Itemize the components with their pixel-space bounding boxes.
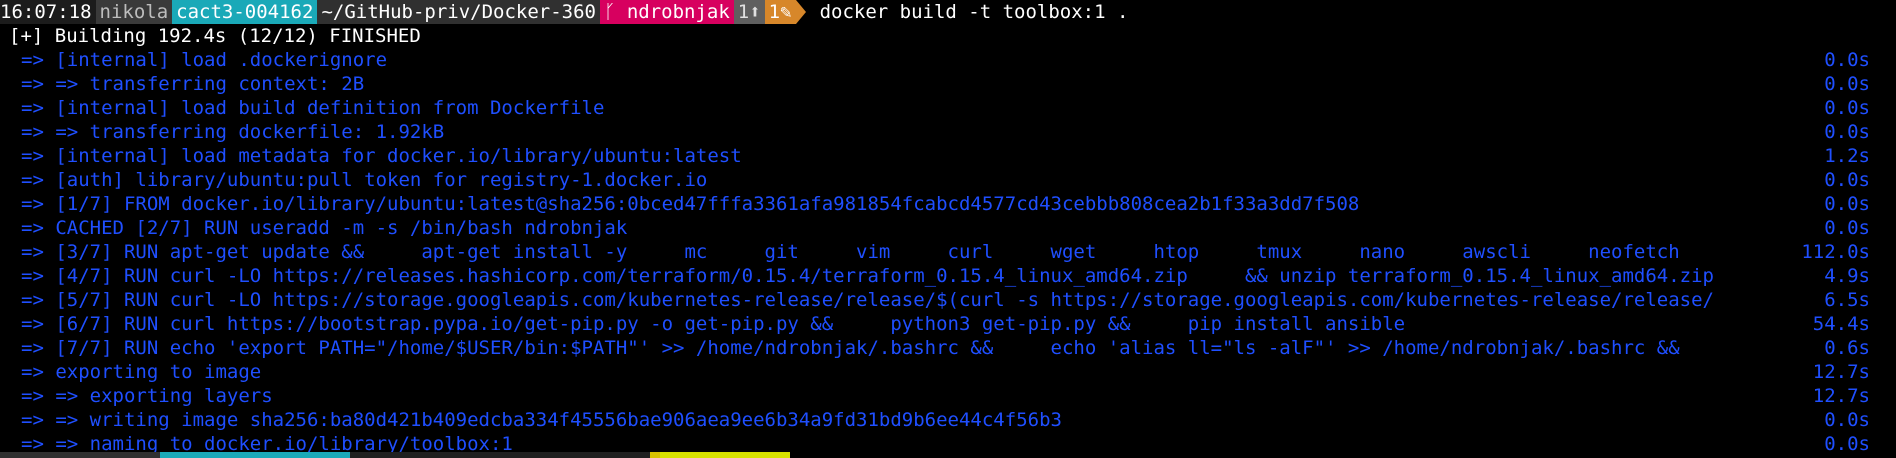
log-line-duration: 54.4s bbox=[1812, 313, 1870, 335]
log-line-duration: 4.9s bbox=[1824, 265, 1870, 287]
log-line: => [6/7] RUN curl https://bootstrap.pypa… bbox=[0, 312, 1896, 336]
log-line-text: => [1/7] FROM docker.io/library/ubuntu:l… bbox=[21, 193, 1360, 215]
log-line-duration: 0.0s bbox=[1824, 217, 1870, 239]
strip-segment bbox=[650, 452, 660, 458]
prompt-user: nikola bbox=[95, 0, 173, 24]
log-line: => [auth] library/ubuntu:pull token for … bbox=[0, 168, 1896, 192]
log-line-text: => exporting to image bbox=[21, 361, 262, 383]
log-line-text: => => exporting layers bbox=[21, 385, 273, 407]
log-line-duration: 0.0s bbox=[1824, 169, 1870, 191]
log-line-text: => [3/7] RUN apt-get update && apt-get i… bbox=[21, 241, 1680, 263]
prompt-end-arrow-icon bbox=[795, 0, 806, 24]
log-line: => [internal] load metadata for docker.i… bbox=[0, 144, 1896, 168]
typed-command[interactable]: docker build -t toolbox:1 . bbox=[806, 0, 1129, 24]
git-branch-icon: ᚴ bbox=[603, 1, 616, 23]
log-line: => [4/7] RUN curl -LO https://releases.h… bbox=[0, 264, 1896, 288]
prompt-path: ~/GitHub-priv/Docker-360 bbox=[317, 0, 600, 24]
prompt-modified-count: 1✎ bbox=[764, 0, 796, 24]
build-log: => [internal] load .dockerignore 0.0s => =… bbox=[0, 48, 1896, 456]
log-line-text: => [5/7] RUN curl -LO https://storage.go… bbox=[21, 289, 1714, 311]
log-line-text: => [7/7] RUN echo 'export PATH="/home/$U… bbox=[21, 337, 1680, 359]
log-line-duration: 12.7s bbox=[1812, 361, 1870, 383]
log-line: => exporting to image 12.7s bbox=[0, 360, 1896, 384]
prompt-ahead-count: 1⬆ bbox=[733, 0, 765, 24]
log-line-text: => [internal] load build definition from… bbox=[21, 97, 605, 119]
log-line: => => exporting layers 12.7s bbox=[0, 384, 1896, 408]
log-line-duration: 0.0s bbox=[1824, 49, 1870, 71]
log-line-duration: 0.0s bbox=[1824, 409, 1870, 431]
prompt-time: 16:07:18 bbox=[0, 0, 96, 24]
log-line: => => writing image sha256:ba80d421b409e… bbox=[0, 408, 1896, 432]
log-line: => [internal] load .dockerignore 0.0s bbox=[0, 48, 1896, 72]
log-line-duration: 0.6s bbox=[1824, 337, 1870, 359]
prompt-host: cact3-004162 bbox=[172, 0, 318, 24]
log-line: => [5/7] RUN curl -LO https://storage.go… bbox=[0, 288, 1896, 312]
strip-segment bbox=[660, 452, 790, 458]
strip-segment bbox=[350, 452, 650, 458]
log-line-duration: 0.0s bbox=[1824, 121, 1870, 143]
strip-segment bbox=[790, 452, 1896, 458]
log-line-duration: 0.0s bbox=[1824, 193, 1870, 215]
prompt-branch-name: ndrobnjak bbox=[615, 1, 730, 23]
shell-prompt: 16:07:18 nikola cact3-004162 ~/GitHub-pr… bbox=[0, 0, 1896, 24]
log-line-text: => => transferring dockerfile: 1.92kB bbox=[21, 121, 445, 143]
terminal-window[interactable]: 16:07:18 nikola cact3-004162 ~/GitHub-pr… bbox=[0, 0, 1896, 458]
prompt-git-branch: ᚴ ndrobnjak bbox=[599, 0, 734, 24]
log-line-duration: 12.7s bbox=[1812, 385, 1870, 407]
partial-prompt-strip bbox=[0, 452, 1896, 458]
log-line: => [3/7] RUN apt-get update && apt-get i… bbox=[0, 240, 1896, 264]
log-line-duration: 0.0s bbox=[1824, 97, 1870, 119]
log-line-text: => [4/7] RUN curl -LO https://releases.h… bbox=[21, 265, 1714, 287]
log-line: => => transferring context: 2B 0.0s bbox=[0, 72, 1896, 96]
log-line-text: => [internal] load metadata for docker.i… bbox=[21, 145, 742, 167]
log-line-duration: 6.5s bbox=[1824, 289, 1870, 311]
log-line-text: => => transferring context: 2B bbox=[21, 73, 365, 95]
strip-segment bbox=[0, 452, 160, 458]
log-line: => [internal] load build definition from… bbox=[0, 96, 1896, 120]
log-line-duration: 1.2s bbox=[1824, 145, 1870, 167]
log-line-text: => [6/7] RUN curl https://bootstrap.pypa… bbox=[21, 313, 1406, 335]
log-line: => [7/7] RUN echo 'export PATH="/home/$U… bbox=[0, 336, 1896, 360]
log-line: => CACHED [2/7] RUN useradd -m -s /bin/b… bbox=[0, 216, 1896, 240]
log-line-text: => [internal] load .dockerignore bbox=[21, 49, 388, 71]
log-line-text: => => writing image sha256:ba80d421b409e… bbox=[21, 409, 1062, 431]
log-line-duration: 0.0s bbox=[1824, 73, 1870, 95]
log-line-duration: 112.0s bbox=[1801, 241, 1870, 263]
log-line: => => transferring dockerfile: 1.92kB 0.0… bbox=[0, 120, 1896, 144]
log-line: => [1/7] FROM docker.io/library/ubuntu:l… bbox=[0, 192, 1896, 216]
strip-segment bbox=[160, 452, 350, 458]
log-line-text: => [auth] library/ubuntu:pull token for … bbox=[21, 169, 708, 191]
log-line-text: => CACHED [2/7] RUN useradd -m -s /bin/b… bbox=[21, 217, 628, 239]
build-summary: [+] Building 192.4s (12/12) FINISHED bbox=[9, 25, 421, 47]
